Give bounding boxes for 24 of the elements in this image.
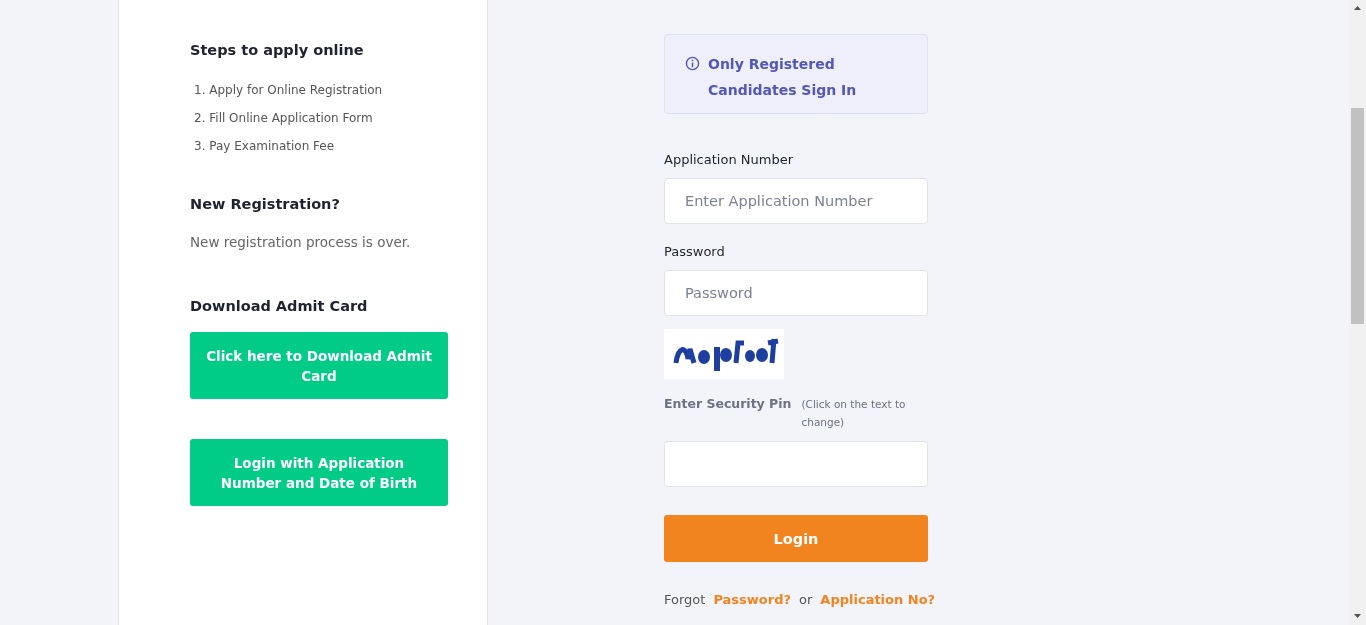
notice-text: Only Registered Candidates Sign In [708, 55, 858, 97]
login-button[interactable]: Login [664, 515, 928, 562]
admit-card-button[interactable]: Login with Application Number and Date of Birth [190, 439, 448, 506]
forgot-link[interactable]: Application No? [820, 592, 936, 607]
text-field[interactable]: Password [664, 270, 928, 316]
section-title: New Registration? [190, 196, 341, 212]
field-label: Password [664, 244, 726, 259]
section-title: Download Admit Card [190, 298, 369, 314]
field-label: Enter Security Pin [664, 395, 792, 413]
security-pin-field[interactable] [664, 441, 928, 487]
field-label: Application Number [664, 152, 794, 167]
step-item: 2. Fill Online Application Form [194, 110, 374, 127]
info-icon [685, 56, 700, 71]
admit-card-button[interactable]: Click here to Download Admit Card [190, 332, 448, 399]
registration-message: New registration process is over. [190, 234, 411, 250]
forgot-text: Forgot [664, 592, 706, 607]
step-item: 3. Pay Examination Fee [194, 138, 336, 155]
step-item: 1. Apply for Online Registration [194, 82, 384, 99]
hint-text: (Click on the text to change) [801, 397, 907, 430]
forgot-link[interactable]: Password? [713, 592, 792, 607]
section-title: Steps to apply online [190, 42, 365, 58]
text-field[interactable]: Enter Application Number [664, 178, 928, 224]
scrollbar-drawing[interactable] [1349, 0, 1366, 625]
separator-text: or [799, 592, 813, 607]
